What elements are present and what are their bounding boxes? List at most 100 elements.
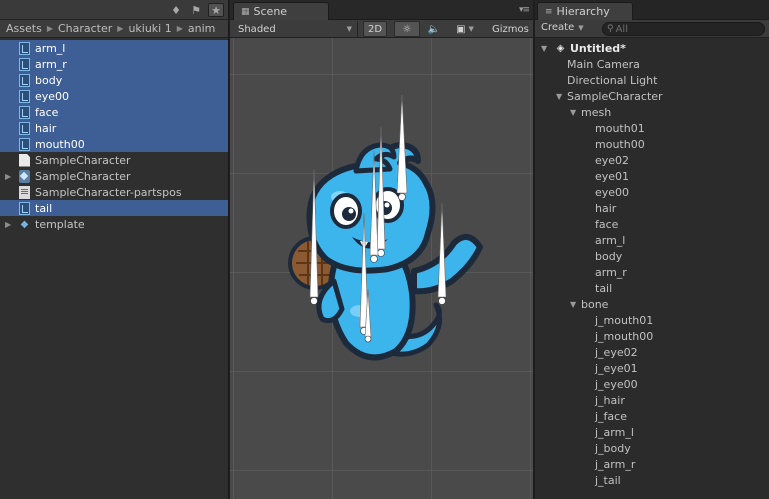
search-icon: ⚲ [607,24,614,34]
sprite-icon [19,89,30,103]
text-asset-icon [19,185,30,199]
hierarchy-item[interactable]: j_mouth01 [535,312,769,328]
toggle-2d-button[interactable]: 2D [363,21,387,37]
asset-row[interactable]: tail [0,200,228,216]
hierarchy-item[interactable]: mouth00 [535,136,769,152]
hierarchy-item[interactable]: ▼ mesh [535,104,769,120]
hierarchy-item-label: bone [581,297,609,311]
hierarchy-item[interactable]: ▼ SampleCharacter [535,88,769,104]
filter-by-type-icon[interactable]: ♦ [168,3,184,17]
image-icon: ▣ [456,23,466,35]
hierarchy-item[interactable]: eye02 [535,152,769,168]
hierarchy-item[interactable]: face [535,216,769,232]
hierarchy-item[interactable]: j_tail [535,472,769,488]
hierarchy-item[interactable]: Directional Light [535,72,769,88]
hierarchy-item[interactable]: j_arm_r [535,456,769,472]
hierarchy-item[interactable]: j_body [535,440,769,456]
sprite-icon [19,105,30,119]
create-dropdown[interactable]: Create ▼ [541,22,584,33]
shading-mode-dropdown[interactable]: Shaded ▼ [230,21,358,37]
asset-row[interactable]: eye00 [0,88,228,104]
hierarchy-item-label: j_eye02 [595,345,638,359]
asset-label: body [35,73,63,87]
asset-label: template [35,217,85,231]
scene-grid-icon: ▦ [241,6,250,17]
hierarchy-toolbar: Create ▼ ⚲ All [535,20,769,38]
scene-viewport[interactable] [230,38,533,499]
collapse-arrow-icon[interactable]: ▼ [570,108,576,117]
hierarchy-item[interactable]: eye01 [535,168,769,184]
tab-hierarchy[interactable]: ≡ Hierarchy [537,2,633,20]
sprite-icon [19,137,30,151]
hierarchy-item[interactable]: j_mouth00 [535,328,769,344]
breadcrumb-item[interactable]: Assets [6,22,42,35]
character-sprite[interactable] [268,93,488,378]
hierarchy-item-label: j_hair [595,393,625,407]
asset-label: SampleCharacter-partspos [35,185,182,199]
breadcrumb: Assets ▶ Character ▶ ukiuki 1 ▶ anim [0,20,228,38]
breadcrumb-item[interactable]: anim [188,22,215,35]
hierarchy-item-label: hair [595,201,617,215]
asset-label: SampleCharacter [35,153,131,167]
hierarchy-item[interactable]: j_eye01 [535,360,769,376]
chevron-down-icon: ▼ [346,25,352,33]
hierarchy-item[interactable]: j_eye00 [535,376,769,392]
asset-row[interactable]: body [0,72,228,88]
hierarchy-item-label: j_arm_r [595,457,636,471]
asset-row[interactable]: arm_l [0,40,228,56]
bone-j-arm-r[interactable] [437,202,447,298]
asset-row[interactable]: arm_r [0,56,228,72]
hierarchy-item-label: mouth00 [595,137,645,151]
expand-arrow-icon[interactable]: ▶ [5,172,11,181]
hierarchy-tabbar: ≡ Hierarchy [535,0,769,20]
hierarchy-item[interactable]: tail [535,280,769,296]
scene-effects-dropdown[interactable]: ▣ ▼ [449,21,481,37]
asset-row[interactable]: ▶ SampleCharacter [0,168,228,184]
asset-row[interactable]: SampleCharacter [0,152,228,168]
hierarchy-item[interactable]: j_arm_l [535,424,769,440]
hierarchy-item[interactable]: mouth01 [535,120,769,136]
tab-hierarchy-label: Hierarchy [556,5,610,18]
collapse-arrow-icon[interactable]: ▼ [556,92,562,101]
asset-row[interactable]: face [0,104,228,120]
chevron-down-icon: ▼ [578,23,584,32]
hierarchy-item[interactable]: j_face [535,408,769,424]
collapse-arrow-icon[interactable]: ▼ [541,44,547,53]
hierarchy-item-label: mesh [581,105,612,119]
hierarchy-item-label: j_face [595,409,627,423]
expand-arrow-icon[interactable]: ▶ [5,220,11,229]
hierarchy-item[interactable]: body [535,248,769,264]
scene-panel: 🔒 ▦ Scene ▾≡ Shaded ▼ 2D ☼ 🔈 ▣ ▼ Gizmos [230,0,533,499]
breadcrumb-item[interactable]: ukiuki 1 [128,22,171,35]
asset-label: tail [35,201,53,215]
hierarchy-item[interactable]: ▼ bone [535,296,769,312]
list-icon: ≡ [545,6,553,17]
gizmos-dropdown[interactable]: Gizmos [492,21,533,37]
hierarchy-item[interactable]: eye00 [535,184,769,200]
hierarchy-search-input[interactable]: ⚲ All [602,22,765,36]
favorites-star-icon[interactable]: ★ [208,3,224,17]
panel-menu-icon[interactable]: ▾≡ [519,5,530,15]
breadcrumb-item[interactable]: Character [58,22,112,35]
hierarchy-item-label: arm_r [595,265,627,279]
speaker-icon: 🔈 [427,23,441,35]
scene-root-item[interactable]: ▼ ◈ Untitled* [535,40,769,56]
hierarchy-item[interactable]: j_eye02 [535,344,769,360]
hierarchy-item[interactable]: arm_r [535,264,769,280]
collapse-arrow-icon[interactable]: ▼ [570,300,576,309]
tab-scene[interactable]: ▦ Scene [233,2,329,20]
tab-scene-label: Scene [253,5,288,18]
asset-row[interactable]: hair [0,120,228,136]
hierarchy-item[interactable]: j_hair [535,392,769,408]
scene-audio-toggle[interactable]: 🔈 [423,21,445,37]
hierarchy-item[interactable]: Main Camera [535,56,769,72]
asset-row[interactable]: mouth00 [0,136,228,152]
filter-by-label-icon[interactable]: ⚑ [188,3,204,17]
asset-row[interactable]: ▶ ◆ template [0,216,228,232]
hierarchy-item-label: arm_l [595,233,626,247]
hierarchy-item[interactable]: hair [535,200,769,216]
scene-lighting-toggle[interactable]: ☼ [394,21,420,37]
hierarchy-item[interactable]: arm_l [535,232,769,248]
asset-label: hair [35,121,57,135]
asset-row[interactable]: SampleCharacter-partspos [0,184,228,200]
